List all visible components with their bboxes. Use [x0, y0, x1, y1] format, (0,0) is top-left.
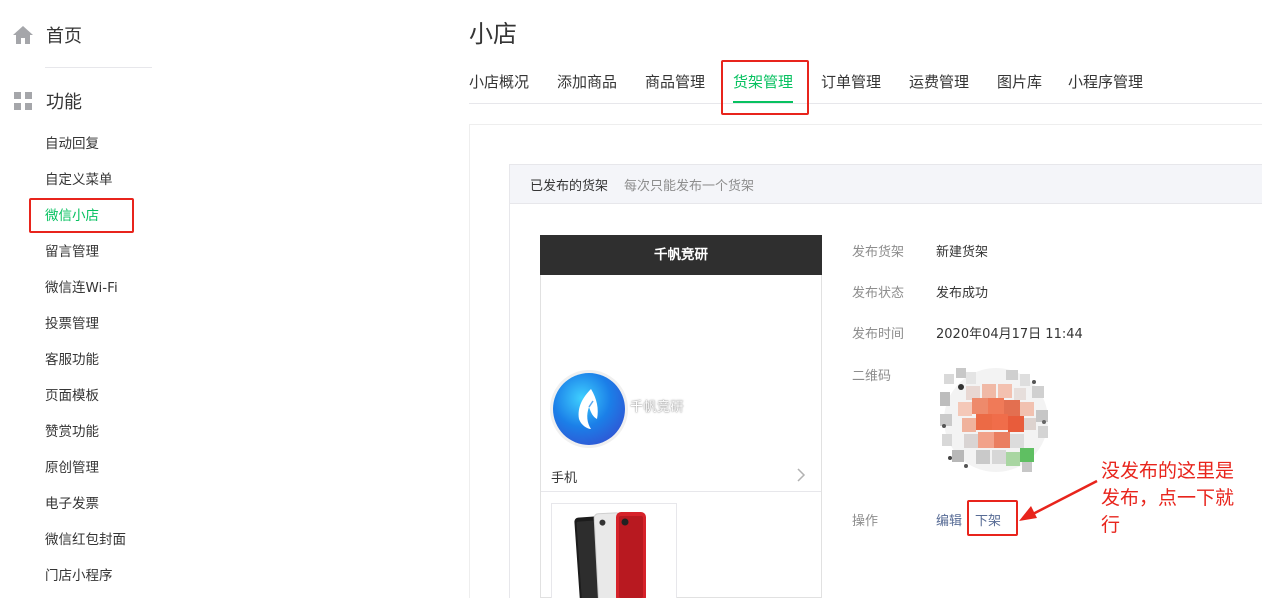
sidebar-divider — [45, 67, 152, 68]
preview-product-card[interactable] — [551, 503, 677, 598]
sidebar-item-original[interactable]: 原创管理 — [45, 458, 99, 478]
annotation-arrow-icon — [1019, 479, 1098, 521]
preview-category-label: 手机 — [551, 471, 578, 486]
home-icon — [12, 24, 34, 46]
unpublish-link[interactable]: 下架 — [975, 510, 1001, 529]
annotation-note: 没发布的这里是发布，点一下就行 — [1101, 460, 1235, 536]
tab-add-product[interactable]: 添加商品 — [557, 70, 617, 96]
preview-shop-name: 千帆竞研 — [630, 400, 685, 415]
panel-hint: 每次只能发布一个货架 — [624, 179, 755, 194]
sidebar-item-invoice[interactable]: 电子发票 — [45, 494, 99, 514]
publish-time-label: 发布时间 — [852, 327, 905, 342]
qrcode-image — [940, 368, 1048, 472]
publish-shelf-value: 新建货架 — [936, 245, 989, 260]
sidebar-item-customer-service[interactable]: 客服功能 — [45, 350, 99, 370]
tabs-divider — [469, 103, 1262, 104]
edit-link[interactable]: 编辑 — [936, 510, 962, 529]
sidebar-item-wechat-store[interactable]: 微信小店 — [45, 206, 99, 226]
phone-product-image — [574, 512, 646, 598]
shop-logo — [553, 373, 625, 445]
chevron-right-icon — [797, 468, 806, 482]
sidebar-item-store-miniprogram[interactable]: 门店小程序 — [45, 566, 113, 586]
qrcode-label: 二维码 — [852, 369, 892, 384]
publish-time-value: 2020年04月17日 11:44 — [936, 327, 1083, 342]
sidebar-section-label: 功能 — [46, 92, 82, 113]
page-title: 小店 — [469, 20, 517, 48]
sidebar-item-comments[interactable]: 留言管理 — [45, 242, 99, 262]
operations-label: 操作 — [852, 514, 879, 529]
preview-title-bar: 千帆竞研 — [540, 235, 822, 275]
preview-category-row[interactable]: 手机 — [541, 458, 821, 492]
panel-heading: 已发布的货架 — [530, 179, 609, 194]
sidebar-item-red-packet-cover[interactable]: 微信红包封面 — [45, 530, 126, 550]
sidebar-item-page-templates[interactable]: 页面模板 — [45, 386, 99, 406]
sidebar-item-wifi[interactable]: 微信连Wi-Fi — [45, 278, 118, 298]
tab-order-management[interactable]: 订单管理 — [821, 70, 881, 96]
tab-shelf-management[interactable]: 货架管理 — [733, 70, 794, 104]
sidebar: 首页 功能 自动回复 自定义菜单 微信小店 留言管理 微信连Wi-Fi 投票管理… — [0, 0, 200, 598]
sidebar-item-votes[interactable]: 投票管理 — [45, 314, 99, 334]
panel-header: 已发布的货架 每次只能发布一个货架 — [509, 164, 1262, 204]
tab-overview[interactable]: 小店概况 — [469, 70, 529, 96]
sidebar-home[interactable]: 首页 — [12, 20, 82, 50]
tab-product-management[interactable]: 商品管理 — [645, 70, 705, 96]
tab-shipping-management[interactable]: 运费管理 — [909, 70, 969, 96]
grid-icon — [12, 90, 34, 112]
publish-status-value: 发布成功 — [936, 286, 989, 301]
publish-shelf-label: 发布货架 — [852, 245, 905, 260]
sidebar-item-rewards[interactable]: 赞赏功能 — [45, 422, 99, 442]
tab-miniprogram-management[interactable]: 小程序管理 — [1068, 70, 1143, 96]
sidebar-section-features: 功能 — [12, 86, 82, 116]
sidebar-item-auto-reply[interactable]: 自动回复 — [45, 134, 99, 154]
sidebar-home-label: 首页 — [46, 26, 82, 47]
publish-status-label: 发布状态 — [852, 286, 905, 301]
tab-image-library[interactable]: 图片库 — [997, 70, 1042, 96]
sidebar-item-custom-menu[interactable]: 自定义菜单 — [45, 170, 113, 190]
